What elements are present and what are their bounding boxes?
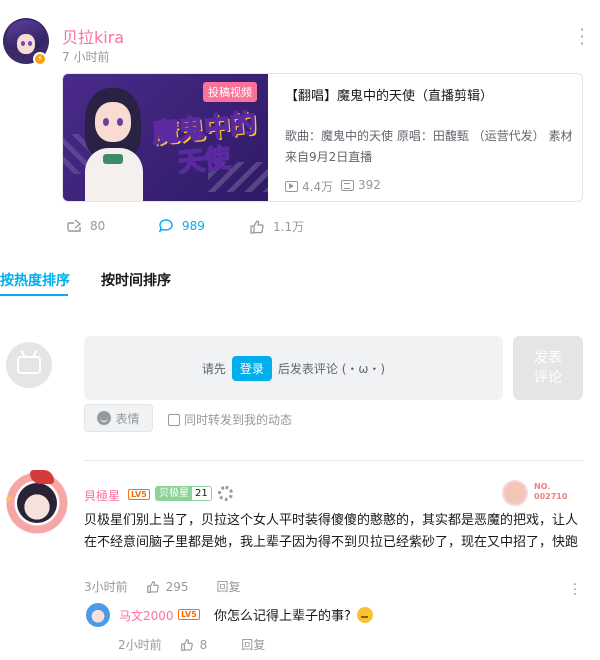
share-icon xyxy=(67,219,82,232)
comment-like-button[interactable]: 295 xyxy=(146,580,189,594)
comment-input[interactable]: 请先 登录 后发表评论 (・ω・) xyxy=(84,336,503,400)
fan-number-badge: NO. 002710 xyxy=(502,478,582,506)
like-icon xyxy=(250,219,264,234)
comment-icon xyxy=(158,219,173,233)
play-icon xyxy=(285,181,298,192)
gear-icon xyxy=(218,486,233,501)
repost-option[interactable]: 同时转发到我的动态 xyxy=(168,411,292,428)
submit-label: 发表 评论 xyxy=(534,350,562,386)
login-button[interactable]: 登录 xyxy=(231,355,272,381)
tab-sort-hot[interactable]: 按热度排序 xyxy=(0,270,70,290)
level-badge: LV5 xyxy=(128,489,150,500)
thumbnail-character xyxy=(81,88,145,201)
comment-text: 贝极星们别上当了，贝拉这个女人平时装得傻傻的憨憨的，其实都是恶魔的把戏，让人在不… xyxy=(84,513,579,550)
reply-text-row: 你怎么记得上辈子的事? xyxy=(214,605,373,624)
uploader-name[interactable]: 贝拉kira xyxy=(62,24,124,48)
reply-level-badge: LV5 xyxy=(178,609,200,620)
reply-avatar[interactable] xyxy=(86,603,110,627)
view-count: 4.4万 xyxy=(285,178,333,195)
emoji-button[interactable]: 表情 xyxy=(84,404,153,432)
active-tab-indicator xyxy=(0,294,68,296)
reply-like-button[interactable]: 8 xyxy=(180,638,207,652)
repost-checkbox[interactable] xyxy=(168,413,180,426)
thinking-emoji-icon xyxy=(356,606,373,623)
submit-comment-button[interactable]: 发表 评论 xyxy=(513,336,583,400)
more-icon[interactable]: · · · xyxy=(574,22,590,52)
divider xyxy=(84,460,583,461)
commenter-name[interactable]: 貝極星 xyxy=(84,487,120,504)
commenter-avatar[interactable]: ✦ xyxy=(4,470,70,536)
comment-reply-button[interactable]: 回复 xyxy=(217,578,241,595)
submission-tag: 投稿视频 xyxy=(203,82,257,102)
tab-sort-time[interactable]: 按时间排序 xyxy=(101,270,171,290)
comment-time: 3小时前 xyxy=(84,580,128,594)
repost-label: 同时转发到我的动态 xyxy=(184,413,293,427)
danmaku-icon xyxy=(341,179,354,191)
like-icon xyxy=(180,638,193,651)
fan-badge[interactable]: 贝极星 21 xyxy=(155,486,212,501)
share-button[interactable]: 80 xyxy=(66,218,105,234)
reply-time: 2小时前 xyxy=(118,638,162,652)
tv-icon xyxy=(17,356,41,374)
comment-meta: 3小时前 295 回复 xyxy=(84,578,241,595)
reply-name[interactable]: 马文2000 xyxy=(119,607,174,624)
reply-meta: 2小时前 8 回复 xyxy=(118,636,265,653)
reply-reply-button[interactable]: 回复 xyxy=(241,636,265,653)
login-prompt-suffix: 后发表评论 (・ω・) xyxy=(277,361,386,376)
more-icon[interactable]: · · · xyxy=(571,578,579,602)
like-icon xyxy=(146,580,159,593)
comment-button[interactable]: 989 xyxy=(158,218,205,234)
danmaku-count: 392 xyxy=(341,178,381,192)
login-prompt-prefix: 请先 xyxy=(201,361,226,376)
like-button[interactable]: 1.1万 xyxy=(249,218,304,235)
guest-avatar xyxy=(6,342,52,388)
verified-badge-icon: ⚡ xyxy=(33,52,47,66)
video-description: 歌曲：魔鬼中的天使 原唱：田馥甄 （运营代发） 素材来自9月2日直播 —————… xyxy=(285,129,573,164)
video-thumbnail[interactable]: 投稿视频 魔鬼中的 天使 xyxy=(63,74,268,201)
video-title[interactable]: 【翻唱】魔鬼中的天使（直播剪辑） xyxy=(285,85,493,104)
video-card[interactable]: 投稿视频 魔鬼中的 天使 【翻唱】魔鬼中的天使（直播剪辑） 歌曲：魔鬼中的天使 … xyxy=(62,73,583,202)
smile-icon xyxy=(97,411,112,425)
reply-text: 你怎么记得上辈子的事? xyxy=(214,609,351,624)
post-time: 7 小时前 xyxy=(62,50,110,64)
